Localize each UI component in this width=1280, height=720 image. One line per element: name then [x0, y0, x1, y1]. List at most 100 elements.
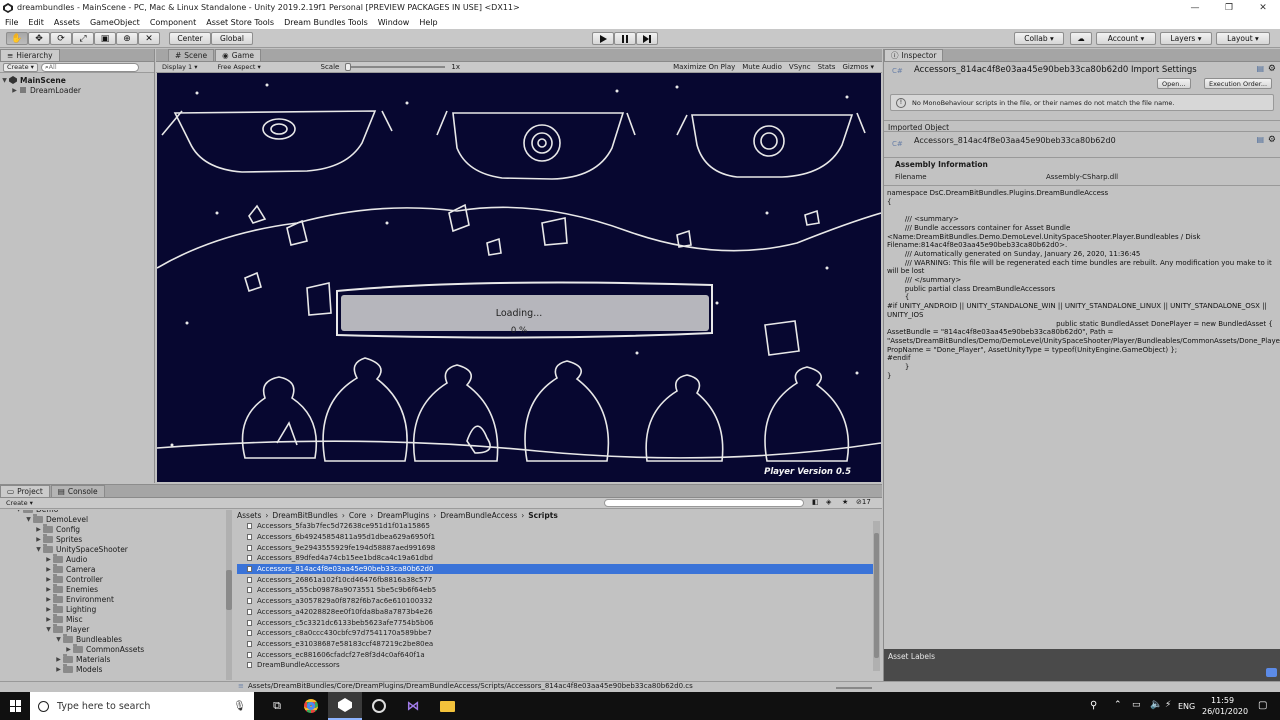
pause-button[interactable] — [614, 32, 636, 45]
help-book-icon[interactable]: ▤ — [1256, 64, 1264, 73]
expand-arrow-right-icon[interactable]: ▶ — [44, 616, 53, 623]
folder-tree-item[interactable]: ▶ Controller — [0, 573, 226, 584]
expand-arrow-down-icon[interactable]: ▼ — [44, 626, 53, 633]
expand-arrow-right-icon[interactable]: ▶ — [44, 596, 53, 603]
expand-arrow-down-icon[interactable]: ▼ — [24, 516, 33, 523]
folder-tree-item[interactable]: ▶ Camera — [0, 563, 226, 574]
file-row[interactable]: Accessors_89dfed4a74cb15ee1bd8ca4c19a61d… — [237, 553, 873, 564]
filter-label-icon[interactable]: ◈ — [826, 498, 831, 506]
rotate-tool-icon[interactable]: ⟳ — [50, 32, 72, 45]
folder-tree-item[interactable]: ▶ Lighting — [0, 603, 226, 614]
expand-arrow-down-icon[interactable]: ▼ — [34, 546, 43, 553]
expand-arrow-right-icon[interactable]: ▶ — [44, 576, 53, 583]
chrome-icon[interactable] — [294, 692, 328, 720]
layout-dropdown[interactable]: Layout ▾ — [1216, 32, 1270, 45]
tab-project[interactable]: ▭ Project — [0, 485, 50, 497]
folder-tree-item[interactable]: ▶ CommonAssets — [0, 643, 226, 654]
cloud-button[interactable]: ☁ — [1070, 32, 1092, 45]
breadcrumb-item[interactable]: Scripts — [528, 511, 558, 520]
hierarchy-search-input[interactable]: ⌕ All — [40, 62, 139, 72]
folder-tree-item[interactable]: ▶ Models — [0, 663, 226, 674]
menu-gameobject[interactable]: GameObject — [85, 18, 145, 27]
icon-size-slider[interactable] — [836, 687, 872, 689]
file-row[interactable]: Accessors_5fa3b7fec5d72638ce951d1f01a158… — [237, 521, 873, 532]
collab-dropdown[interactable]: Collab ▾ — [1014, 32, 1064, 45]
label-tag-icon[interactable] — [1266, 668, 1277, 677]
file-row[interactable]: Accessors_9e2943555929fe194d58887aed9916… — [237, 542, 873, 553]
file-row[interactable]: Accessors_6b49245854811a95d1dbea629a6950… — [237, 532, 873, 543]
filter-type-icon[interactable]: ◧ — [812, 498, 819, 506]
close-button[interactable]: ✕ — [1246, 3, 1280, 13]
file-row[interactable]: Accessors_814ac4f8e03aa45e90beb33ca80b62… — [237, 563, 873, 575]
tree-scrollbar-thumb[interactable] — [226, 570, 232, 610]
tab-console[interactable]: ▤ Console — [50, 485, 105, 497]
volume-icon[interactable]: 🔈 — [1150, 699, 1162, 710]
file-row[interactable]: Accessors_c5c3321dc6133beb5623afe7754b5b… — [237, 617, 873, 628]
menu-edit[interactable]: Edit — [23, 18, 49, 27]
expand-arrow-right-icon[interactable]: ▶ — [64, 646, 73, 653]
expand-arrow-right-icon[interactable]: ▶ — [54, 656, 63, 663]
breadcrumb-item[interactable]: DreamBundleAccess — [440, 511, 517, 520]
tab-hierarchy[interactable]: ≡ Hierarchy — [0, 49, 60, 61]
show-hidden-icons-chevron-icon[interactable]: ⌃ — [1114, 700, 1122, 710]
game-viewport[interactable]: Loading... 0 % Player Version 0.5 — [157, 73, 881, 482]
expand-arrow-right-icon[interactable]: ▶ — [44, 606, 53, 613]
open-button[interactable]: Open... — [1157, 78, 1191, 89]
project-create-button[interactable]: Create ▾ — [3, 499, 36, 508]
file-row[interactable]: DreamBundleAccessors — [237, 660, 873, 671]
folder-tree-item[interactable]: ▼ Bundleables — [0, 633, 226, 644]
tab-scene[interactable]: # Scene — [168, 49, 215, 61]
settings-gear-icon[interactable]: ⚙ — [1268, 64, 1276, 74]
project-search-input[interactable] — [604, 499, 804, 507]
move-tool-icon[interactable]: ✥ — [28, 32, 50, 45]
stats-toggle[interactable]: Stats — [818, 63, 836, 71]
favorite-star-icon[interactable]: ★ — [842, 498, 848, 506]
clock-date[interactable]: 26/01/2020 — [1202, 707, 1248, 716]
pivot-global-toggle[interactable]: Global — [211, 32, 253, 45]
taskbar-search-input[interactable]: Type here to search 🎙 — [30, 692, 254, 720]
folder-tree-item[interactable]: ▼ UnitySpaceShooter — [0, 543, 226, 554]
file-row[interactable]: Accessors_ec881606cfadcf27e8f3d4c0af640f… — [237, 649, 873, 660]
menu-help[interactable]: Help — [414, 18, 442, 27]
pivot-center-toggle[interactable]: Center — [169, 32, 211, 45]
vsync-toggle[interactable]: VSync — [789, 63, 811, 71]
breadcrumb-item[interactable]: DreamBitBundles — [272, 511, 337, 520]
display-dropdown[interactable]: Display 1 ▾ — [159, 63, 201, 72]
folder-tree-item[interactable]: ▶ Materials — [0, 653, 226, 664]
help-book-icon[interactable]: ▤ — [1256, 135, 1264, 144]
menu-asset-store-tools[interactable]: Asset Store Tools — [201, 18, 279, 27]
folder-tree-item[interactable]: ▶ Sprites — [0, 533, 226, 544]
account-dropdown[interactable]: Account ▾ — [1096, 32, 1156, 45]
people-icon[interactable]: ⚲ — [1090, 700, 1097, 711]
folder-tree-item[interactable]: ▶ Enemies — [0, 583, 226, 594]
custom-tool-icon[interactable]: ✕ — [138, 32, 160, 45]
breadcrumb-item[interactable]: Core — [349, 511, 366, 520]
transform-tool-icon[interactable]: ⊕ — [116, 32, 138, 45]
file-explorer-icon[interactable] — [430, 692, 464, 720]
windows-start-icon[interactable] — [10, 700, 22, 712]
expand-arrow-down-icon[interactable]: ▼ — [14, 510, 23, 513]
menu-dream-bundles-tools[interactable]: Dream Bundles Tools — [279, 18, 373, 27]
network-icon[interactable]: ▭ — [1132, 700, 1141, 710]
tree-scrollbar[interactable] — [226, 510, 232, 680]
file-row[interactable]: Accessors_e31038687e58183ccf487219c2be80… — [237, 639, 873, 650]
breadcrumb-item[interactable]: Assets — [237, 511, 261, 520]
folder-tree-item[interactable]: ▶ Config — [0, 523, 226, 534]
menu-component[interactable]: Component — [145, 18, 201, 27]
file-row[interactable]: Accessors_a3057829a0f8782f6b7ac6e6101003… — [237, 596, 873, 607]
scene-row[interactable]: ▼ MainScene — [0, 75, 154, 85]
folder-tree-item[interactable]: ▶ Misc — [0, 613, 226, 624]
folder-tree-item[interactable]: ▼ DemoLevel — [0, 513, 226, 524]
settings-gear-icon[interactable]: ⚙ — [1268, 135, 1276, 145]
expand-arrow-right-icon[interactable]: ▶ — [44, 556, 53, 563]
step-button[interactable] — [636, 32, 658, 45]
maximize-on-play-toggle[interactable]: Maximize On Play — [673, 63, 735, 71]
tab-inspector[interactable]: ⓘ Inspector — [884, 49, 944, 61]
expand-arrow-down-icon[interactable]: ▼ — [54, 636, 63, 643]
scale-slider-thumb[interactable] — [345, 63, 352, 71]
clock-time[interactable]: 11:59 — [1211, 696, 1234, 705]
task-view-icon[interactable]: ⧉ — [260, 692, 294, 720]
expand-arrow-right-icon[interactable]: ▶ — [34, 526, 43, 533]
mute-audio-toggle[interactable]: Mute Audio — [742, 63, 782, 71]
notifications-icon[interactable]: ▢ — [1258, 700, 1267, 711]
